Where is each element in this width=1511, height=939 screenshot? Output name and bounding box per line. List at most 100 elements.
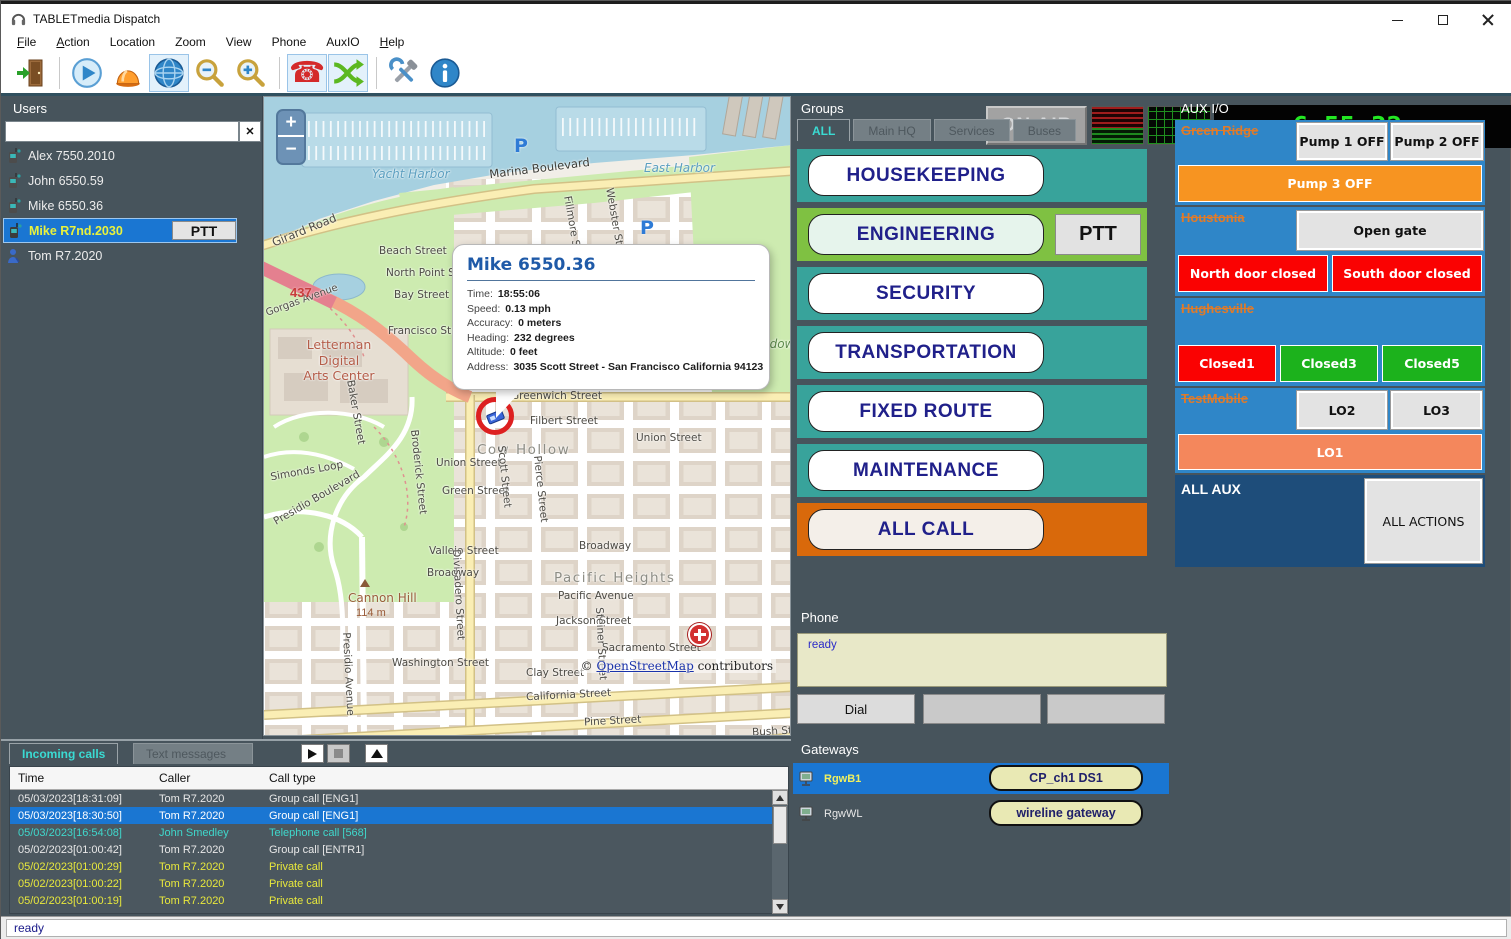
user-item[interactable]: John 6550.59 — [3, 168, 237, 193]
zoom-in-button[interactable] — [231, 54, 271, 92]
close-button[interactable] — [1465, 7, 1510, 33]
tools-button[interactable] — [384, 54, 424, 92]
tab-main-hq[interactable]: Main HQ — [853, 119, 930, 141]
group-ptt-button[interactable]: PTT — [1055, 214, 1141, 255]
collapse-up-button[interactable] — [365, 744, 388, 763]
menu-phone[interactable]: Phone — [262, 32, 317, 52]
tab-all[interactable]: ALL — [797, 119, 850, 141]
group-call-button[interactable]: TRANSPORTATION — [808, 332, 1044, 373]
group-call-button[interactable]: FIXED ROUTE — [808, 391, 1044, 432]
zoom-out-button[interactable] — [190, 54, 230, 92]
all-aux-label: ALL AUX — [1181, 481, 1241, 497]
alert-siren-button[interactable] — [108, 54, 148, 92]
gateway-row[interactable]: RgwWL wireline gateway — [793, 798, 1169, 829]
play-button[interactable] — [301, 744, 324, 763]
osm-link[interactable]: OpenStreetMap — [596, 659, 693, 673]
user-ptt-button[interactable]: PTT — [172, 221, 236, 240]
search-clear-button[interactable]: ✕ — [239, 121, 261, 142]
gateway-channel-button[interactable]: wireline gateway — [989, 800, 1143, 826]
aux-button[interactable]: LO3 — [1391, 391, 1482, 429]
start-button[interactable] — [67, 54, 107, 92]
siren-icon — [111, 56, 145, 90]
radio-user-icon — [7, 198, 21, 214]
info-button[interactable] — [425, 54, 465, 92]
tab-incoming-calls[interactable]: Incoming calls — [9, 743, 118, 764]
aux-button[interactable]: Pump 1 OFF — [1297, 123, 1387, 160]
user-item[interactable]: Mike 6550.36 — [3, 193, 237, 218]
group-call-button[interactable]: ENGINEERING — [808, 214, 1044, 255]
column-header[interactable]: Caller — [151, 771, 261, 785]
gateway-row[interactable]: RgwB1 CP_ch1 DS1 — [793, 763, 1169, 794]
maximize-button[interactable] — [1420, 7, 1465, 33]
dial-button[interactable]: Dial — [797, 694, 915, 724]
aux-button[interactable]: Closed5 — [1382, 345, 1482, 382]
users-header: Users — [13, 101, 47, 116]
phone-call-button[interactable] — [287, 54, 327, 92]
map-popup: Mike 6550.36 Time:18:55:06 Speed:0.13 mp… — [452, 244, 770, 390]
column-header[interactable]: Time — [10, 771, 151, 785]
stop-button[interactable] — [327, 744, 350, 763]
user-item[interactable]: Tom R7.2020 — [3, 243, 237, 268]
call-row[interactable]: 05/02/2023[01:00:29]Tom R7.2020Private c… — [10, 858, 773, 875]
all-call-button[interactable]: ALL CALL — [808, 509, 1044, 550]
group-call-button[interactable]: HOUSEKEEPING — [808, 155, 1044, 196]
user-item[interactable]: Alex 7550.2010 — [3, 143, 237, 168]
scroll-down-arrow[interactable] — [772, 899, 788, 914]
menu-view[interactable]: View — [216, 32, 262, 52]
menu-auxio[interactable]: AuxIO — [316, 32, 369, 52]
zoom-out-icon — [193, 56, 227, 90]
tab-text-messages[interactable]: Text messages — [133, 743, 253, 764]
menu-action[interactable]: Action — [46, 32, 99, 52]
map-globe-button[interactable] — [149, 54, 189, 92]
exit-door-button[interactable] — [11, 54, 51, 92]
elevation-label: 114 m — [356, 607, 386, 619]
users-search-input[interactable] — [5, 121, 239, 142]
menu-zoom[interactable]: Zoom — [165, 32, 216, 52]
aux-button[interactable]: North door closed — [1178, 255, 1328, 292]
call-row-selected[interactable]: 05/03/2023[18:30:50]Tom R7.2020Group cal… — [10, 807, 773, 824]
menu-help[interactable]: Help — [370, 32, 415, 52]
call-row[interactable]: 05/02/2023[01:00:19]Tom R7.2020Private c… — [10, 892, 773, 909]
gateway-channel-button[interactable]: CP_ch1 DS1 — [989, 765, 1143, 791]
user-item-selected[interactable]: Mike R7nd.2030 PTT — [3, 218, 237, 243]
phone-button-2[interactable] — [923, 694, 1041, 724]
hospital-icon — [688, 623, 711, 646]
tab-buses[interactable]: Buses — [1013, 119, 1076, 141]
crosspatch-button[interactable] — [328, 54, 368, 92]
map-zoom-in-button[interactable]: + — [278, 111, 304, 137]
aux-button[interactable]: Closed3 — [1280, 345, 1378, 382]
call-row[interactable]: 05/03/2023[18:31:09]Tom R7.2020Group cal… — [10, 790, 773, 807]
menu-location[interactable]: Location — [100, 32, 165, 52]
scroll-thumb[interactable] — [773, 806, 787, 844]
group-row: ALL CALL — [797, 503, 1147, 556]
phone-button-3[interactable] — [1047, 694, 1165, 724]
aux-button[interactable]: LO2 — [1297, 391, 1387, 429]
map[interactable]: Yacht Harbor East Harbor Marina Boulevar… — [263, 96, 791, 736]
group-call-button[interactable]: MAINTENANCE — [808, 450, 1044, 491]
all-actions-button[interactable]: ALL ACTIONS — [1365, 479, 1482, 563]
scroll-up-arrow[interactable] — [772, 790, 788, 805]
map-zoom-out-button[interactable]: − — [278, 137, 304, 163]
group-call-button[interactable]: SECURITY — [808, 273, 1044, 314]
aux-button[interactable]: Pump 2 OFF — [1391, 123, 1483, 160]
aux-button[interactable]: Closed1 — [1178, 345, 1276, 382]
aux-section-testmobile: TestMobile LO2 LO3 LO1 — [1175, 388, 1485, 473]
aux-button[interactable]: South door closed — [1332, 255, 1482, 292]
map-zoom-control: + − — [276, 109, 306, 165]
aux-button[interactable]: Pump 3 OFF — [1178, 165, 1482, 202]
tab-services[interactable]: Services — [934, 119, 1010, 141]
call-row[interactable]: 05/03/2023[16:54:08]John SmedleyTelephon… — [10, 824, 773, 841]
users-panel: Users ✕ Alex 7550.2010 John 6550.59 Mike… — [1, 96, 263, 739]
group-row: TRANSPORTATION — [797, 326, 1147, 379]
aux-button[interactable]: Open gate — [1297, 211, 1483, 250]
call-row[interactable]: 05/02/2023[01:00:22]Tom R7.2020Private c… — [10, 875, 773, 892]
close-icon — [1482, 14, 1494, 26]
menu-file[interactable]: File — [7, 32, 46, 52]
scrollbar[interactable] — [772, 790, 788, 914]
status-bar: ready — [1, 916, 1511, 939]
workstation-icon — [799, 770, 816, 787]
call-row[interactable]: 05/02/2023[01:00:42]Tom R7.2020Group cal… — [10, 841, 773, 858]
aux-button[interactable]: LO1 — [1178, 434, 1482, 470]
column-header[interactable]: Call type — [261, 771, 788, 785]
minimize-button[interactable] — [1375, 7, 1420, 33]
